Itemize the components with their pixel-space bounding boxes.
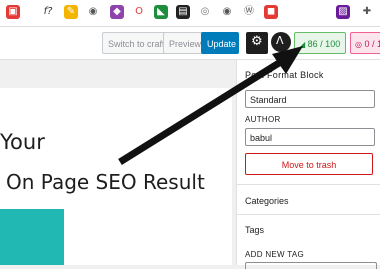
update-button[interactable]: Update bbox=[201, 32, 239, 54]
hx-icon[interactable]: ▨ bbox=[336, 5, 350, 19]
red-icon[interactable]: ◉ bbox=[220, 5, 234, 19]
bookmarks-bar: ▣ f? ✎ ◉ ◆ O ◣ ▤ ◎ ◉ Ⓦ ◼ ▨ ✚ bbox=[0, 0, 380, 27]
sidebar-divider bbox=[237, 184, 380, 185]
switch-to-craft-button[interactable]: Switch to craft bbox=[102, 32, 171, 54]
purple-icon[interactable]: ◆ bbox=[110, 5, 124, 19]
seo-icon[interactable]: ◣ bbox=[154, 5, 168, 19]
teal-image-block[interactable] bbox=[0, 209, 64, 265]
sidebar-divider bbox=[237, 214, 380, 215]
post-format-label: Post Format Block bbox=[245, 70, 324, 80]
astra-icon: Λ bbox=[276, 34, 284, 47]
readability-icon: ◎ bbox=[355, 40, 362, 49]
seo-score-button[interactable]: ◢ 86 / 100 bbox=[294, 32, 346, 54]
add-tag-input[interactable] bbox=[245, 262, 377, 269]
move-to-trash-button[interactable]: Move to trash bbox=[245, 153, 373, 175]
readability-score-label: 0 / 1 bbox=[365, 39, 380, 49]
heading-partial-text: Your bbox=[0, 130, 45, 154]
tags-panel-title[interactable]: Tags bbox=[245, 225, 264, 235]
post-format-select[interactable]: Standard bbox=[245, 90, 375, 108]
film-icon[interactable]: ▤ bbox=[176, 5, 190, 19]
camera-icon[interactable]: ◉ bbox=[86, 5, 100, 19]
add-new-tag-label: ADD NEW TAG bbox=[245, 250, 304, 259]
pen-icon[interactable]: ✎ bbox=[64, 5, 78, 19]
readability-score-button[interactable]: ◎ 0 / 1 bbox=[350, 32, 380, 54]
function-icon[interactable]: f? bbox=[40, 5, 56, 19]
author-select[interactable]: babul bbox=[245, 128, 375, 146]
extensions-icon[interactable]: ✚ bbox=[360, 5, 374, 19]
gear-icon: ⚙ bbox=[251, 34, 263, 49]
settings-sidebar: Post Format Block Standard AUTHOR babul … bbox=[236, 60, 380, 265]
drive-icon[interactable]: ◼ bbox=[264, 5, 278, 19]
author-label: AUTHOR bbox=[245, 115, 281, 124]
seo-score-label: 86 / 100 bbox=[308, 39, 341, 49]
categories-panel-title[interactable]: Categories bbox=[245, 196, 289, 206]
settings-button[interactable]: ⚙ bbox=[246, 32, 268, 54]
astra-button[interactable]: Λ bbox=[271, 32, 291, 52]
wordpress-icon[interactable]: Ⓦ bbox=[242, 5, 256, 19]
editor-toolbar: Switch to craft Preview Update ⚙ Λ ◢ 86 … bbox=[0, 27, 380, 60]
pdf-icon[interactable]: ▣ bbox=[6, 5, 20, 19]
post-heading[interactable]: On Page SEO Result bbox=[6, 170, 205, 194]
opera-icon[interactable]: O bbox=[132, 5, 146, 19]
score-chart-icon: ◢ bbox=[299, 40, 305, 49]
gray-icon[interactable]: ◎ bbox=[198, 5, 212, 19]
